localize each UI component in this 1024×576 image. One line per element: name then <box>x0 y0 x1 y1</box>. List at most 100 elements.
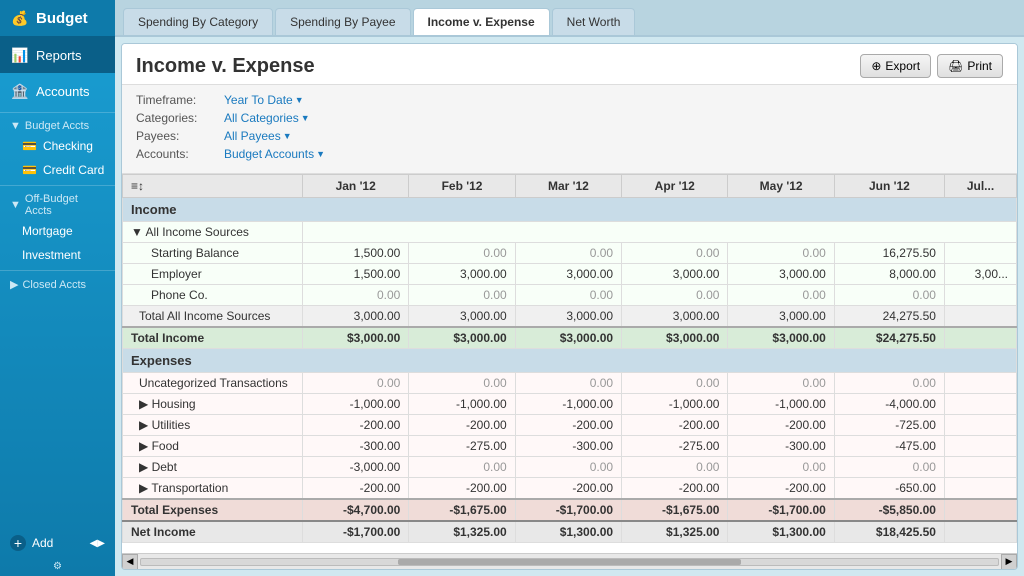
total-income-jan: $3,000.00 <box>303 327 409 349</box>
tab-spending-by-payee[interactable]: Spending By Payee <box>275 8 410 35</box>
tab-spending-by-category-label: Spending By Category <box>138 15 258 29</box>
total-expenses-mar: -$1,700.00 <box>515 499 621 521</box>
sort-icons[interactable]: ≡↕ <box>131 179 144 193</box>
sidebar-footer: ⚙ <box>0 557 115 576</box>
collapse-off-budget-icon[interactable]: ▼ <box>10 199 21 211</box>
food-label[interactable]: ▶ Food <box>123 436 303 457</box>
food-mar: -300.00 <box>515 436 621 457</box>
employer-label: Employer <box>123 264 303 285</box>
employer-jun: 8,000.00 <box>834 264 944 285</box>
filter-accounts-row: Accounts: Budget Accounts ▼ <box>136 147 1003 161</box>
col-apr[interactable]: Apr '12 <box>622 175 728 198</box>
col-may[interactable]: May '12 <box>728 175 834 198</box>
tab-net-worth-label: Net Worth <box>567 15 621 29</box>
transportation-label[interactable]: ▶ Transportation <box>123 478 303 500</box>
total-expenses-label: Total Expenses <box>123 499 303 521</box>
scroll-track[interactable] <box>140 558 999 566</box>
sidebar-item-accounts[interactable]: 🏦 Accounts <box>0 73 115 109</box>
phone-co-feb: 0.00 <box>409 285 515 306</box>
timeframe-arrow: ▼ <box>295 95 304 105</box>
timeframe-label: Timeframe: <box>136 93 216 107</box>
col-jun[interactable]: Jun '12 <box>834 175 944 198</box>
uncategorized-feb: 0.00 <box>409 373 515 394</box>
add-icon: + <box>10 535 26 551</box>
sidebar-item-reports[interactable]: 📊 Reports <box>0 37 115 73</box>
total-all-income-apr: 3,000.00 <box>622 306 728 328</box>
employer-feb: 3,000.00 <box>409 264 515 285</box>
budget-accts-section: ▼ Budget Accts <box>0 116 115 134</box>
export-icon: ⊕ <box>871 59 881 73</box>
settings-icon[interactable]: ⚙ <box>53 561 62 572</box>
sidebar-item-checking[interactable]: 💳 Checking <box>0 134 115 158</box>
col-mar[interactable]: Mar '12 <box>515 175 621 198</box>
add-label: Add <box>32 536 53 550</box>
food-jun: -475.00 <box>834 436 944 457</box>
scroll-right-button[interactable]: ▶ <box>1001 554 1017 570</box>
print-button[interactable]: 🖨 Print <box>937 54 1003 78</box>
housing-jan: -1,000.00 <box>303 394 409 415</box>
total-income-may: $3,000.00 <box>728 327 834 349</box>
tab-income-v-expense[interactable]: Income v. Expense <box>413 8 550 35</box>
total-expenses-jan: -$4,700.00 <box>303 499 409 521</box>
total-income-apr: $3,000.00 <box>622 327 728 349</box>
food-jan: -300.00 <box>303 436 409 457</box>
collapse-budget-icon[interactable]: ▼ <box>10 120 21 132</box>
debt-label[interactable]: ▶ Debt <box>123 457 303 478</box>
uncategorized-apr: 0.00 <box>622 373 728 394</box>
checking-label: Checking <box>43 139 93 153</box>
report-panel: Income v. Expense ⊕ Export 🖨 Print Timef… <box>121 43 1018 570</box>
data-table-container[interactable]: ≡↕ Jan '12 Feb '12 Mar '12 Apr '12 May '… <box>122 174 1017 553</box>
uncategorized-mar: 0.00 <box>515 373 621 394</box>
debt-apr: 0.00 <box>622 457 728 478</box>
horizontal-scrollbar[interactable]: ◀ ▶ <box>122 553 1017 569</box>
tab-spending-by-category[interactable]: Spending By Category <box>123 8 273 35</box>
housing-may: -1,000.00 <box>728 394 834 415</box>
timeframe-dropdown[interactable]: Year To Date ▼ <box>224 93 304 107</box>
expenses-section-header: Expenses <box>123 349 1017 373</box>
total-expenses-jun: -$5,850.00 <box>834 499 944 521</box>
expand-closed-icon: ▶ <box>10 278 18 291</box>
utilities-row: ▶ Utilities -200.00 -200.00 -200.00 -200… <box>123 415 1017 436</box>
add-button[interactable]: + Add ◀▶ <box>0 529 115 557</box>
nav-arrows[interactable]: ◀▶ <box>90 538 105 549</box>
starting-balance-feb: 0.00 <box>409 243 515 264</box>
export-button[interactable]: ⊕ Export <box>860 54 931 78</box>
closed-accts-section[interactable]: ▶ Closed Accts <box>0 274 115 293</box>
accounts-dropdown[interactable]: Budget Accounts ▼ <box>224 147 325 161</box>
employer-apr: 3,000.00 <box>622 264 728 285</box>
employer-row: Employer 1,500.00 3,000.00 3,000.00 3,00… <box>123 264 1017 285</box>
starting-balance-jan: 1,500.00 <box>303 243 409 264</box>
sidebar-item-mortgage[interactable]: Mortgage <box>0 219 115 243</box>
tab-spending-by-payee-label: Spending By Payee <box>290 15 395 29</box>
housing-label[interactable]: ▶ Housing <box>123 394 303 415</box>
divider-2 <box>0 185 115 186</box>
closed-accts-label: Closed Accts <box>22 279 86 291</box>
utilities-apr: -200.00 <box>622 415 728 436</box>
sidebar-item-credit-card[interactable]: 💳 Credit Card <box>0 158 115 182</box>
total-expenses-row: Total Expenses -$4,700.00 -$1,675.00 -$1… <box>123 499 1017 521</box>
utilities-may: -200.00 <box>728 415 834 436</box>
all-income-sources-text[interactable]: ▼ All Income Sources <box>131 225 249 239</box>
col-jan[interactable]: Jan '12 <box>303 175 409 198</box>
phone-co-label: Phone Co. <box>123 285 303 306</box>
scroll-left-button[interactable]: ◀ <box>122 554 138 570</box>
utilities-jun: -725.00 <box>834 415 944 436</box>
sidebar-item-investment[interactable]: Investment <box>0 243 115 267</box>
col-feb[interactable]: Feb '12 <box>409 175 515 198</box>
filters-panel: Timeframe: Year To Date ▼ Categories: Al… <box>122 85 1017 174</box>
tab-net-worth[interactable]: Net Worth <box>552 8 636 35</box>
accounts-label: Accounts <box>36 84 89 99</box>
col-label: ≡↕ <box>123 175 303 198</box>
net-income-feb: $1,325.00 <box>409 521 515 543</box>
uncategorized-jan: 0.00 <box>303 373 409 394</box>
utilities-label[interactable]: ▶ Utilities <box>123 415 303 436</box>
categories-dropdown[interactable]: All Categories ▼ <box>224 111 310 125</box>
payees-dropdown[interactable]: All Payees ▼ <box>224 129 292 143</box>
reports-icon: 📊 <box>10 45 30 65</box>
net-income-apr: $1,325.00 <box>622 521 728 543</box>
net-income-row: Net Income -$1,700.00 $1,325.00 $1,300.0… <box>123 521 1017 543</box>
starting-balance-row: Starting Balance 1,500.00 0.00 0.00 0.00… <box>123 243 1017 264</box>
food-feb: -275.00 <box>409 436 515 457</box>
accounts-icon: 🏦 <box>10 81 30 101</box>
scroll-thumb[interactable] <box>398 559 741 565</box>
